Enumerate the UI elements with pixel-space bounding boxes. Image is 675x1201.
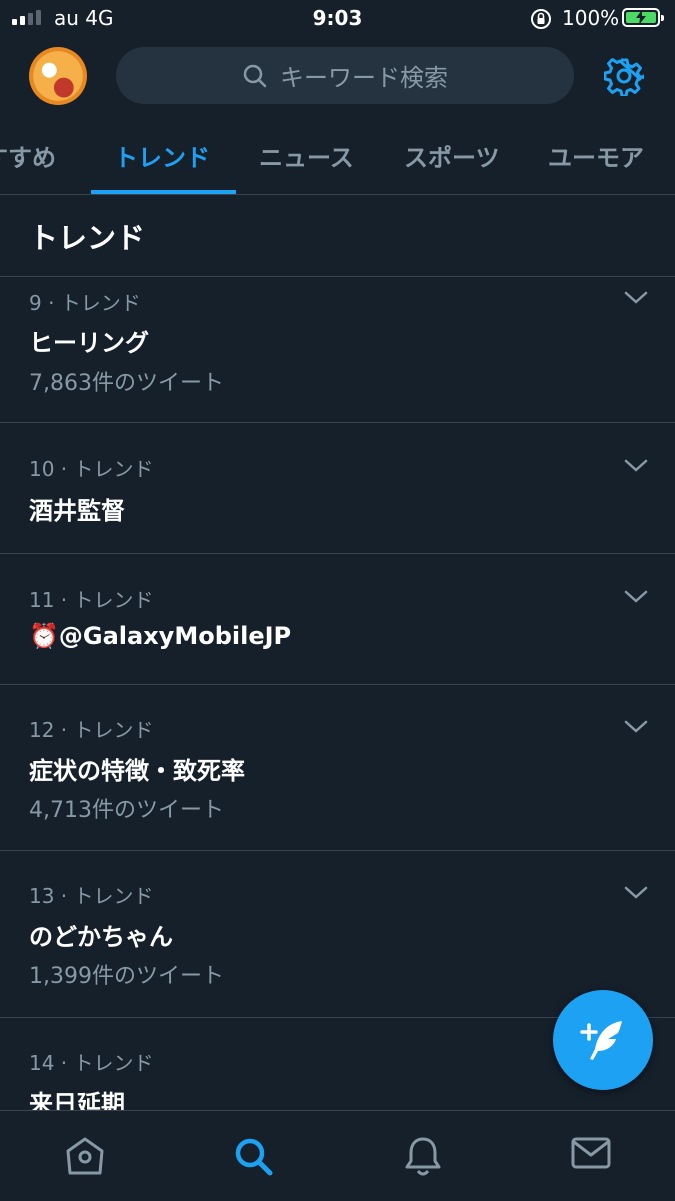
search-icon[interactable] bbox=[232, 1135, 276, 1179]
search-input[interactable]: キーワード検索 bbox=[116, 47, 574, 104]
trend-name: 酒井監督 bbox=[29, 497, 125, 525]
trend-rank: 10 · トレンド bbox=[29, 457, 154, 481]
tab-news[interactable]: ニュース bbox=[259, 138, 354, 173]
trend-rank: 11 · トレンド bbox=[29, 588, 154, 612]
trend-item[interactable]: 11 · トレンド ⏰@GalaxyMobileJP bbox=[0, 554, 675, 685]
chevron-down-icon[interactable] bbox=[624, 720, 648, 734]
active-tab-indicator bbox=[91, 190, 236, 194]
tab-trends[interactable]: トレンド bbox=[114, 138, 210, 173]
compose-tweet-button[interactable] bbox=[553, 990, 653, 1090]
trend-rank: 14 · トレンド bbox=[29, 1051, 154, 1075]
trend-name: ⏰@GalaxyMobileJP bbox=[29, 622, 292, 650]
section-title: トレンド bbox=[29, 221, 146, 255]
mail-icon[interactable] bbox=[570, 1135, 612, 1171]
gear-icon[interactable] bbox=[604, 56, 644, 96]
trend-item[interactable]: 13 · トレンド のどかちゃん 1,399件のツイート bbox=[0, 851, 675, 1018]
compose-icon bbox=[580, 1021, 622, 1060]
battery-percent: 100% bbox=[562, 6, 620, 30]
home-icon[interactable] bbox=[64, 1135, 106, 1175]
trend-rank: 12 · トレンド bbox=[29, 718, 154, 742]
chevron-down-icon[interactable] bbox=[624, 590, 648, 604]
chevron-down-icon[interactable] bbox=[624, 459, 648, 473]
trend-tweet-count: 7,863件のツイート bbox=[29, 371, 224, 396]
bell-icon[interactable] bbox=[402, 1135, 444, 1179]
search-icon bbox=[243, 64, 267, 87]
trend-item[interactable]: 12 · トレンド 症状の特徴・致死率 4,713件のツイート bbox=[0, 685, 675, 851]
tab-sports[interactable]: スポーツ bbox=[404, 138, 500, 173]
battery-icon bbox=[622, 8, 664, 27]
trend-tweet-count: 4,713件のツイート bbox=[29, 798, 224, 823]
chevron-down-icon[interactable] bbox=[624, 886, 648, 900]
avatar[interactable] bbox=[29, 47, 87, 105]
trend-rank: 9 · トレンド bbox=[29, 291, 141, 315]
tab-bar: すすめ トレンド ニュース スポーツ ユーモア bbox=[0, 120, 675, 195]
status-bar: au 4G 9:03 100% bbox=[0, 0, 675, 36]
tab-osusume[interactable]: すすめ bbox=[0, 138, 56, 173]
rotation-lock-icon bbox=[531, 9, 551, 29]
trend-rank: 13 · トレンド bbox=[29, 884, 154, 908]
trend-item[interactable]: 9 · トレンド ヒーリング 7,863件のツイート bbox=[0, 277, 675, 423]
tab-humor[interactable]: ユーモア bbox=[548, 138, 644, 173]
search-placeholder: キーワード検索 bbox=[280, 64, 448, 92]
trend-name: のどかちゃん bbox=[29, 923, 173, 951]
trend-tweet-count: 1,399件のツイート bbox=[29, 964, 224, 989]
bottom-nav bbox=[0, 1110, 675, 1201]
chevron-down-icon[interactable] bbox=[624, 291, 648, 305]
trend-name: ヒーリング bbox=[29, 329, 149, 357]
trend-name: 症状の特徴・致死率 bbox=[29, 757, 245, 785]
trend-item[interactable]: 10 · トレンド 酒井監督 bbox=[0, 423, 675, 554]
